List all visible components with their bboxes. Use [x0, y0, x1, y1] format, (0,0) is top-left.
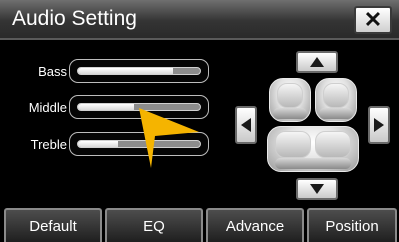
tab-eq[interactable]: EQ — [105, 208, 203, 242]
balance-down-button[interactable] — [296, 178, 338, 200]
seat-front-right — [315, 78, 357, 122]
triangle-down-icon — [310, 184, 324, 194]
bass-row: Bass — [0, 59, 220, 85]
close-button[interactable]: ✕ — [354, 6, 392, 34]
balance-up-button[interactable] — [296, 51, 338, 73]
bass-label: Bass — [38, 64, 67, 79]
seat-front-left — [269, 78, 311, 122]
seat-rear-bench — [267, 126, 359, 172]
bass-slider[interactable] — [69, 59, 209, 83]
treble-slider-fill — [78, 141, 119, 147]
tab-advance[interactable]: Advance — [206, 208, 304, 242]
audio-setting-screen: Audio Setting ✕ Bass Middle Treble Defau… — [0, 0, 399, 242]
seat-position-map[interactable] — [265, 78, 361, 176]
close-icon: ✕ — [363, 7, 383, 32]
fader-left-button[interactable] — [235, 106, 257, 144]
fader-right-button[interactable] — [368, 106, 390, 144]
page-title: Audio Setting — [12, 7, 137, 30]
title-bar: Audio Setting ✕ — [0, 0, 399, 40]
bass-slider-fill — [78, 68, 174, 74]
pointer-arrow-icon — [139, 108, 199, 168]
middle-label: Middle — [28, 100, 67, 115]
bass-slider-groove — [77, 67, 201, 75]
triangle-left-icon — [241, 118, 251, 132]
triangle-right-icon — [374, 118, 384, 132]
tab-position[interactable]: Position — [307, 208, 397, 242]
triangle-up-icon — [310, 57, 324, 67]
middle-slider-fill — [78, 104, 135, 110]
tab-default[interactable]: Default — [4, 208, 102, 242]
treble-label: Treble — [30, 137, 67, 152]
